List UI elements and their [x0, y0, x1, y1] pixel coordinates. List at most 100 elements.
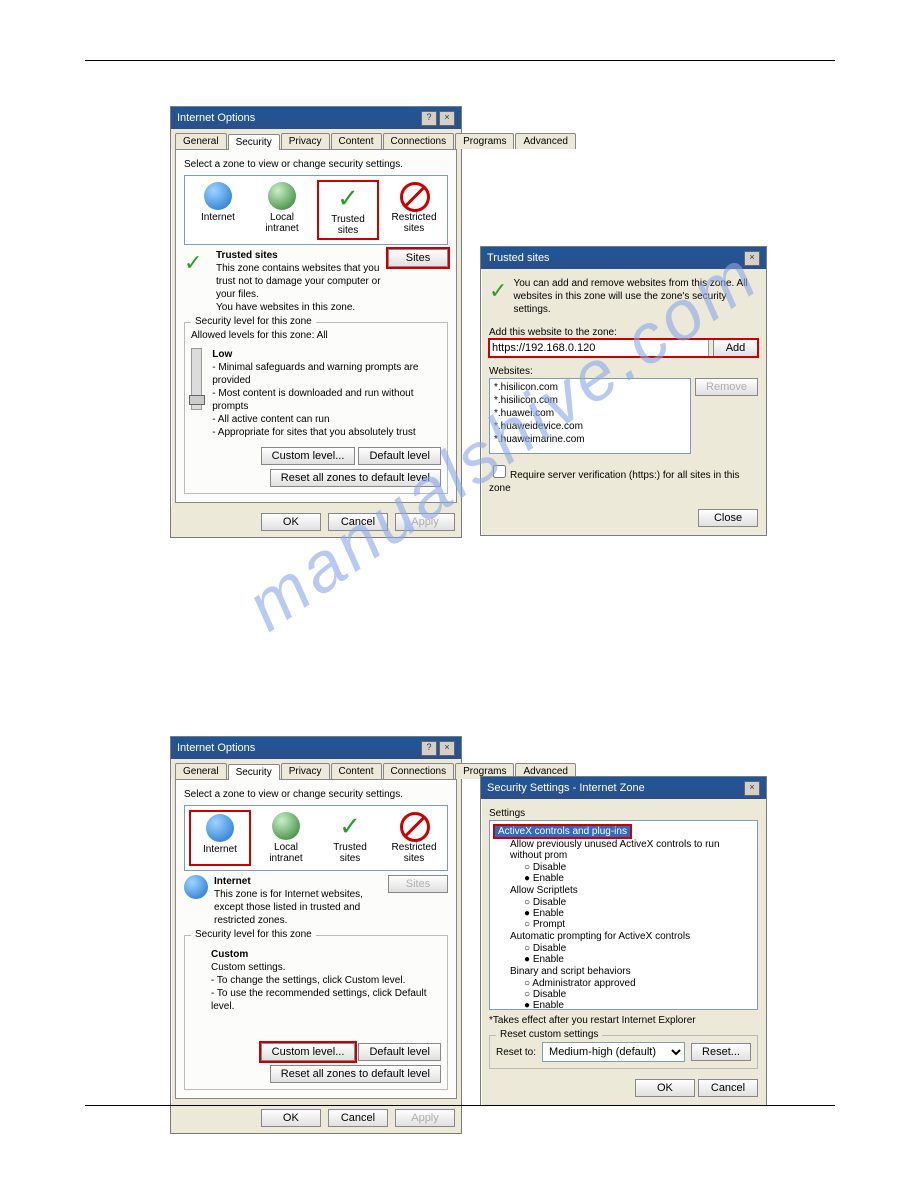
cancel-button[interactable]: Cancel	[698, 1079, 758, 1097]
remove-button[interactable]: Remove	[695, 378, 758, 396]
sites-button: Sites	[388, 875, 448, 893]
tab-general[interactable]: General	[175, 133, 227, 149]
require-https-label: Require server verification (https:) for…	[489, 470, 740, 494]
help-button[interactable]: ?	[421, 741, 437, 756]
list-item[interactable]: *.huawei.com	[492, 407, 688, 420]
tree-item: Binary and script behaviors	[494, 965, 753, 978]
list-item[interactable]: *.hisilicon.com	[492, 381, 688, 394]
reset-to-label: Reset to:	[496, 1046, 536, 1059]
custom-level-button[interactable]: Custom level...	[261, 447, 356, 465]
zone-local-intranet[interactable]: Local intranet	[253, 180, 311, 240]
tab-connections[interactable]: Connections	[383, 133, 455, 149]
tab-strip: General Security Privacy Content Connect…	[171, 759, 461, 779]
list-item[interactable]: *.huaweimarine.com	[492, 433, 688, 446]
radio-option[interactable]: ○ Prompt	[494, 919, 753, 930]
apply-button[interactable]: Apply	[395, 1109, 455, 1127]
zone-restricted-sites[interactable]: Restricted sites	[385, 810, 443, 866]
zone-internet[interactable]: Internet	[189, 180, 247, 240]
add-button[interactable]: Add	[713, 339, 758, 357]
close-button[interactable]: ×	[744, 781, 760, 796]
help-button[interactable]: ?	[421, 111, 437, 126]
restart-note: *Takes effect after you restart Internet…	[489, 1014, 758, 1027]
apply-button[interactable]: Apply	[395, 513, 455, 531]
radio-option[interactable]: ○ Administrator approved	[494, 978, 753, 989]
no-icon	[400, 182, 428, 210]
default-level-button[interactable]: Default level	[358, 447, 441, 465]
default-level-button[interactable]: Default level	[358, 1043, 441, 1061]
radio-option[interactable]: ● Enable	[494, 873, 753, 884]
ok-button[interactable]: OK	[635, 1079, 695, 1097]
tab-general[interactable]: General	[175, 763, 227, 779]
tab-privacy[interactable]: Privacy	[281, 763, 330, 779]
close-button[interactable]: ×	[744, 251, 760, 266]
level-name: Custom	[211, 949, 248, 960]
list-item[interactable]: *.hisilicon.com	[492, 394, 688, 407]
intranet-icon	[272, 812, 300, 840]
tab-programs[interactable]: Programs	[455, 133, 514, 149]
intranet-icon	[268, 182, 296, 210]
tab-content[interactable]: Content	[331, 763, 382, 779]
sites-button[interactable]: Sites	[388, 249, 448, 267]
security-slider[interactable]	[191, 348, 202, 410]
dialog-title: Internet Options	[177, 112, 255, 124]
settings-tree[interactable]: ActiveX controls and plug-ins Allow prev…	[489, 820, 758, 1010]
zone-title: Internet	[214, 876, 251, 887]
zone-internet[interactable]: Internet	[189, 810, 251, 866]
titlebar: Security Settings - Internet Zone ×	[481, 777, 766, 799]
cancel-button[interactable]: Cancel	[328, 1109, 388, 1127]
zone-list[interactable]: Internet Local intranet ✓Trusted sites R…	[184, 175, 448, 245]
zone-restricted-sites[interactable]: Restricted sites	[385, 180, 443, 240]
titlebar: Internet Options ?×	[171, 107, 461, 129]
globe-icon	[184, 875, 208, 899]
titlebar: Trusted sites ×	[481, 247, 766, 269]
allowed-levels: Allowed levels for this zone: All	[191, 329, 441, 342]
tab-advanced[interactable]: Advanced	[515, 133, 575, 149]
zone-prompt: Select a zone to view or change security…	[184, 788, 448, 801]
dialog-title: Internet Options	[177, 742, 255, 754]
radio-option[interactable]: ● Enable	[494, 954, 753, 965]
ok-button[interactable]: OK	[261, 513, 321, 531]
radio-option[interactable]: ● Enable	[494, 1000, 753, 1010]
tab-content[interactable]: Content	[331, 133, 382, 149]
radio-option[interactable]: ○ Disable	[494, 943, 753, 954]
tab-security[interactable]: Security	[228, 134, 280, 150]
radio-option[interactable]: ○ Disable	[494, 989, 753, 1000]
zone-trusted-sites[interactable]: ✓Trusted sites	[321, 810, 379, 866]
reset-zones-button[interactable]: Reset all zones to default level	[270, 469, 441, 487]
internet-options-dialog: Internet Options ?× General Security Pri…	[170, 106, 462, 538]
tab-privacy[interactable]: Privacy	[281, 133, 330, 149]
trusted-sites-dialog: Trusted sites × ✓ You can add and remove…	[480, 246, 767, 536]
radio-option[interactable]: ● Enable	[494, 908, 753, 919]
add-website-input[interactable]	[489, 339, 709, 357]
dialog-title: Security Settings - Internet Zone	[487, 782, 645, 794]
close-button[interactable]: Close	[698, 509, 758, 527]
trusted-desc: You can add and remove websites from thi…	[513, 277, 758, 316]
zone-trusted-sites[interactable]: ✓Trusted sites	[317, 180, 379, 240]
ok-button[interactable]: OK	[261, 1109, 321, 1127]
reset-button[interactable]: Reset...	[691, 1043, 751, 1061]
cancel-button[interactable]: Cancel	[328, 513, 388, 531]
check-icon: ✓	[334, 184, 362, 212]
activex-header[interactable]: ActiveX controls and plug-ins	[494, 825, 631, 838]
reset-legend: Reset custom settings	[496, 1029, 602, 1040]
zone-desc: This zone is for Internet websites, exce…	[214, 888, 382, 927]
tab-strip: General Security Privacy Content Connect…	[171, 129, 461, 149]
reset-to-select[interactable]: Medium-high (default)	[542, 1042, 685, 1062]
list-item[interactable]: *.huaweidevice.com	[492, 420, 688, 433]
require-https-checkbox[interactable]	[493, 465, 506, 478]
websites-listbox[interactable]: *.hisilicon.com *.hisilicon.com *.huawei…	[489, 378, 691, 454]
radio-option[interactable]: ○ Disable	[494, 862, 753, 873]
close-button[interactable]: ×	[439, 111, 455, 126]
zone-local-intranet[interactable]: Local intranet	[257, 810, 315, 866]
reset-zones-button[interactable]: Reset all zones to default level	[270, 1065, 441, 1083]
tab-connections[interactable]: Connections	[383, 763, 455, 779]
globe-icon	[204, 182, 232, 210]
tab-security[interactable]: Security	[228, 764, 280, 780]
check-icon: ✓	[336, 812, 364, 840]
internet-options-dialog-2: Internet Options ?× General Security Pri…	[170, 736, 462, 1134]
close-button[interactable]: ×	[439, 741, 455, 756]
dialog-title: Trusted sites	[487, 252, 550, 264]
radio-option[interactable]: ○ Disable	[494, 897, 753, 908]
zone-list[interactable]: Internet Local intranet ✓Trusted sites R…	[184, 805, 448, 871]
custom-level-button[interactable]: Custom level...	[261, 1043, 356, 1061]
